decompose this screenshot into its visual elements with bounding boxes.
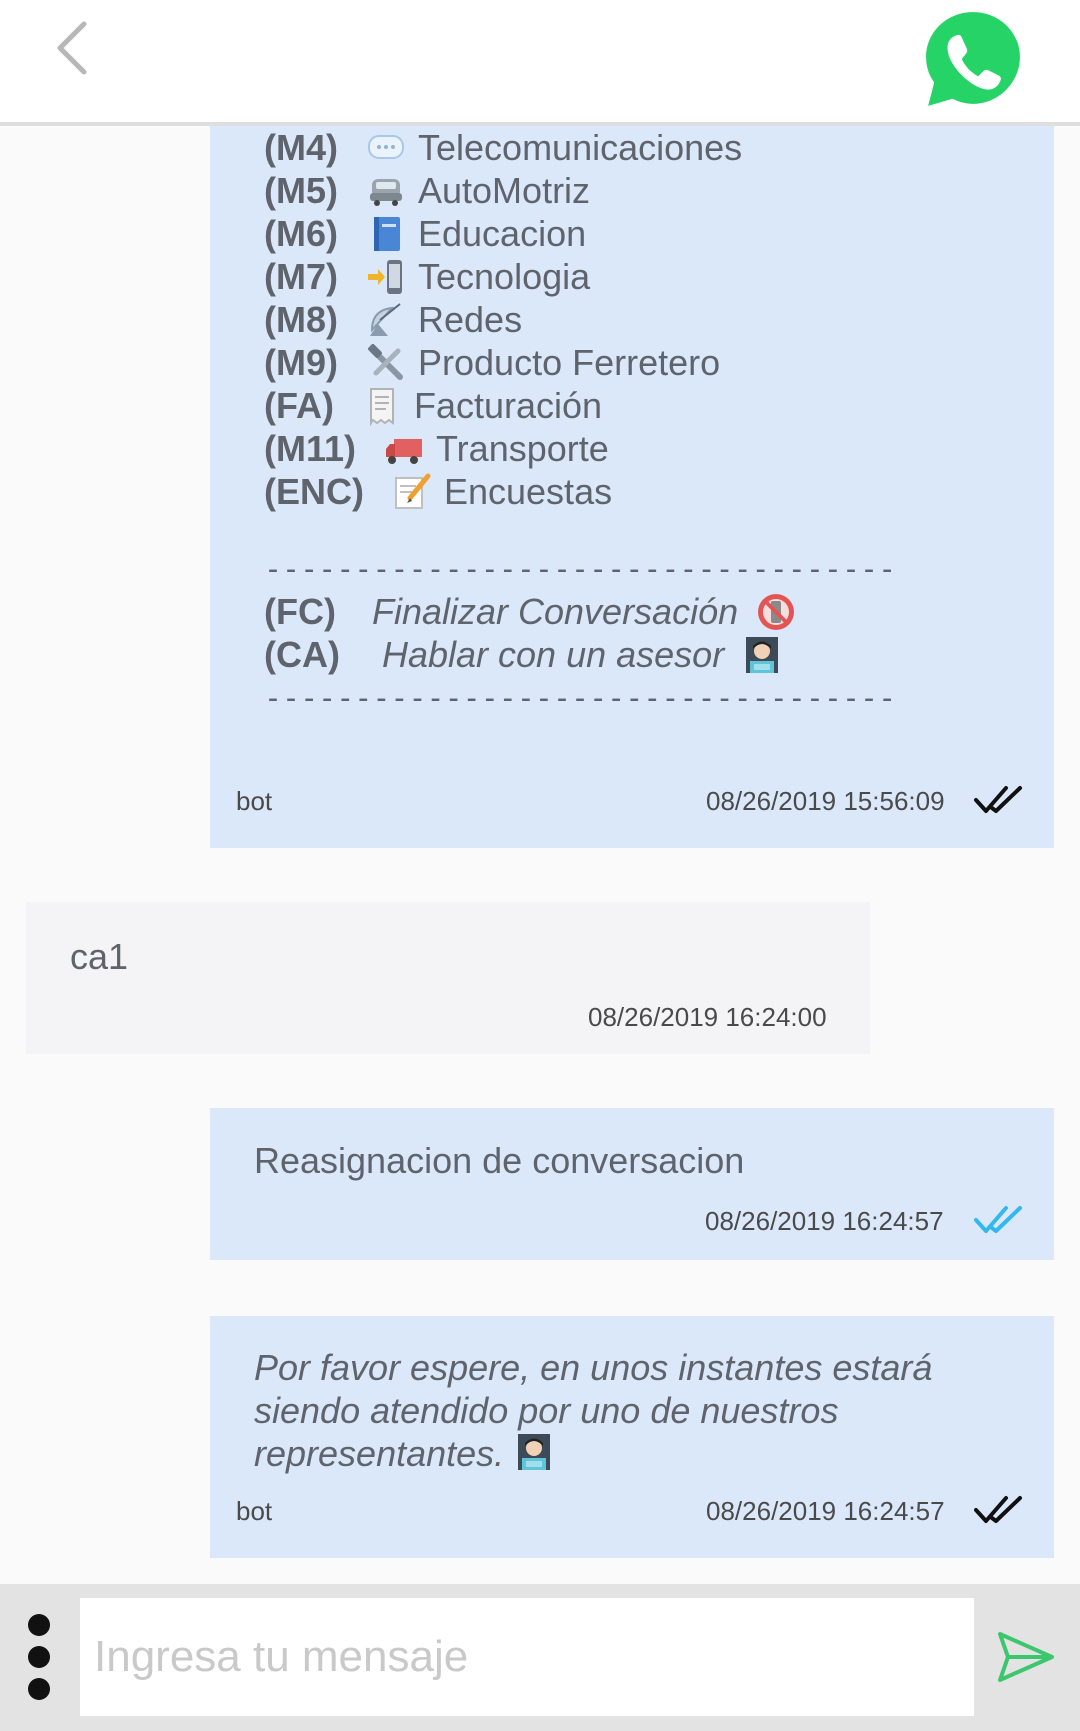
divider-line: ----------------------------------- — [264, 552, 897, 587]
message-text: Por favor espere, en unos instantes esta… — [254, 1346, 994, 1481]
menu-item: (M5) AutoMotriz — [264, 169, 591, 211]
truck-icon — [384, 429, 424, 469]
menu-item: (M4) Telecomunicaciones — [264, 126, 743, 168]
double-check-read-icon — [974, 1206, 1022, 1233]
menu-item: (M8) Redes — [264, 298, 523, 340]
memo-icon — [392, 472, 432, 512]
chat-area[interactable]: (M4) Telecomunicaciones (M5) AutoMotriz … — [0, 126, 1080, 1584]
message-timestamp: 08/26/2019 15:56:09 — [706, 786, 945, 816]
send-button[interactable] — [996, 1630, 1056, 1684]
user-message: ca1 08/26/2019 16:24:00 — [26, 902, 870, 1054]
bot-menu-message: (M4) Telecomunicaciones (M5) AutoMotriz … — [210, 126, 1054, 848]
chevron-left-icon — [57, 21, 87, 75]
hammer-wrench-icon — [366, 343, 406, 383]
double-check-icon — [974, 1496, 1022, 1523]
message-input[interactable] — [80, 1598, 974, 1716]
message-timestamp: 08/26/2019 16:24:57 — [706, 1496, 945, 1526]
no-mobile-phones-icon — [756, 592, 796, 632]
message-timestamp: 08/26/2019 16:24:00 — [588, 1002, 827, 1032]
satellite-antenna-icon — [366, 300, 406, 340]
car-icon — [366, 171, 406, 211]
receipt-icon — [362, 386, 402, 426]
book-icon — [366, 214, 406, 254]
message-composer — [0, 1584, 1080, 1731]
menu-options-list: (M4) Telecomunicaciones (M5) AutoMotriz … — [264, 126, 742, 513]
divider-line: ----------------------------------- — [264, 681, 897, 716]
sender-label: bot — [236, 1496, 273, 1526]
mobile-arrow-icon — [366, 257, 406, 297]
end-conversation-option: (FC) Finalizar Conversación — [264, 590, 808, 633]
double-check-icon — [974, 786, 1022, 813]
send-icon — [998, 1632, 1054, 1682]
menu-item: (ENC) Encuestas — [264, 470, 613, 512]
technologist-icon — [742, 635, 782, 675]
whatsapp-button[interactable] — [922, 8, 1024, 110]
back-button[interactable] — [52, 18, 112, 82]
top-bar — [0, 0, 1080, 126]
message-text: Reasignacion de conversacion — [254, 1140, 745, 1181]
talk-to-advisor-option: (CA) Hablar con un asesor — [264, 633, 794, 676]
whatsapp-icon — [926, 12, 1020, 106]
menu-item: (M6) Educacion — [264, 212, 587, 254]
technologist-icon — [514, 1432, 554, 1481]
message-timestamp: 08/26/2019 16:24:57 — [705, 1206, 944, 1236]
menu-item: (FA) Facturación — [264, 384, 603, 426]
more-options-button[interactable] — [24, 1614, 54, 1700]
speech-balloon-icon — [366, 128, 406, 168]
sender-label: bot — [236, 786, 273, 816]
menu-item: (M11) Transporte — [264, 427, 609, 469]
reassign-message: Reasignacion de conversacion 08/26/2019 … — [210, 1108, 1054, 1260]
menu-item: (M9) Producto Ferretero — [264, 341, 721, 383]
message-text: ca1 — [70, 936, 129, 977]
menu-item: (M7) Tecnologia — [264, 255, 591, 297]
wait-message: Por favor espere, en unos instantes esta… — [210, 1316, 1054, 1558]
